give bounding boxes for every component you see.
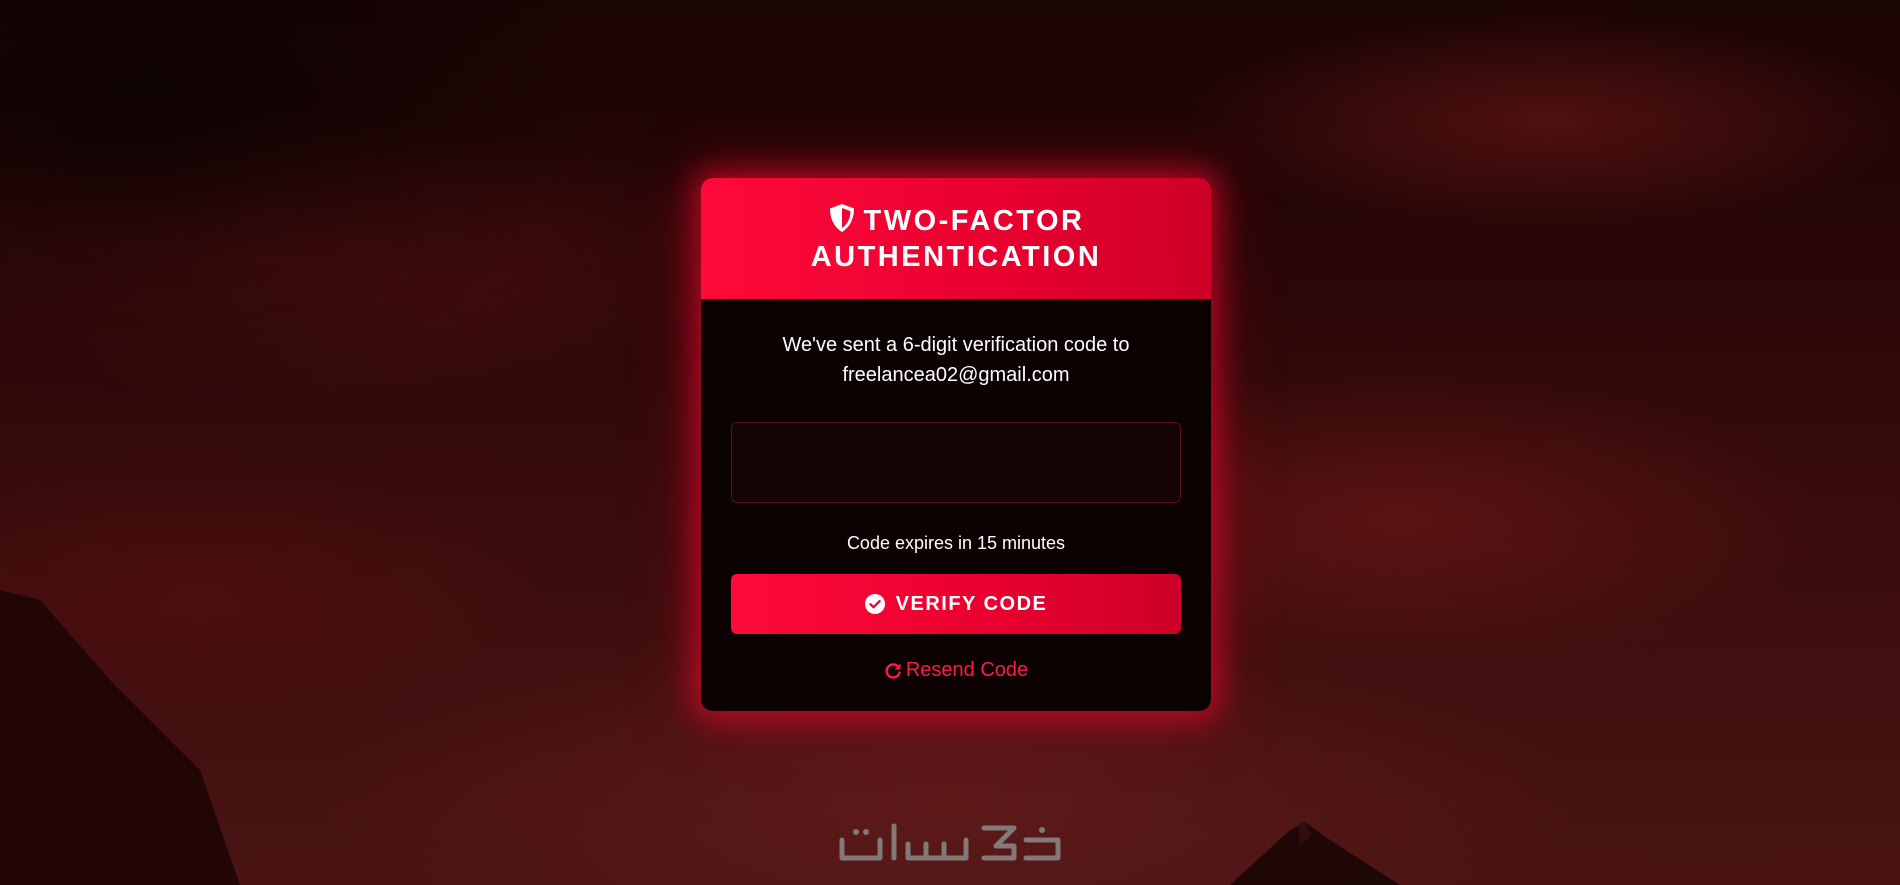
resend-code-link[interactable]: Resend Code: [884, 659, 1028, 682]
recipient-email: freelancea02@gmail.com: [842, 364, 1070, 386]
card-header: TWO-FACTOR AUTHENTICATION: [701, 178, 1211, 299]
verify-code-button[interactable]: VERIFY CODE: [731, 574, 1181, 634]
refresh-icon: [885, 662, 901, 679]
page-title: TWO-FACTOR AUTHENTICATION: [766, 203, 1146, 275]
code-expiry-text: Code expires in 15 minutes: [846, 533, 1066, 553]
shield-icon: [829, 203, 854, 232]
check-circle-icon: [864, 594, 885, 614]
verification-message: We've sent a 6-digit verification code t…: [731, 330, 1181, 390]
verify-button-label: VERIFY CODE: [895, 592, 1048, 615]
verification-code-input[interactable]: [731, 422, 1181, 503]
resend-link-label: Resend Code: [905, 659, 1029, 681]
two-factor-card: TWO-FACTOR AUTHENTICATION We've sent a 6…: [701, 178, 1211, 711]
card-body: We've sent a 6-digit verification code t…: [701, 330, 1211, 685]
message-text: We've sent a 6-digit verification code t…: [782, 334, 1130, 356]
khamsat-watermark-logo: [839, 823, 1061, 861]
